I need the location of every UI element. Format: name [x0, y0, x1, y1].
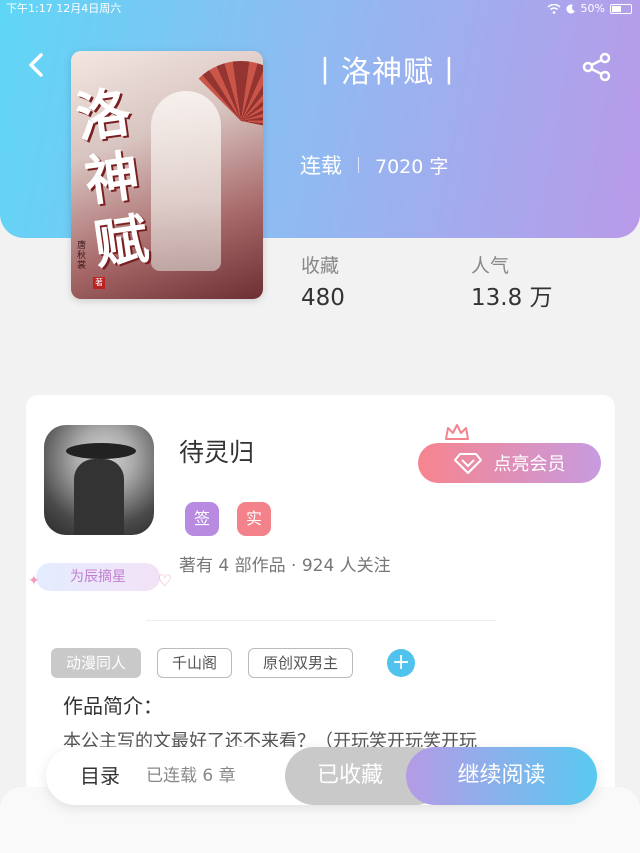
popularity-value: 13.8 万 — [471, 285, 553, 311]
favorites-label: 收藏 — [301, 255, 340, 277]
cover-author-text: 唐秋裳 — [77, 241, 87, 271]
back-button[interactable] — [22, 50, 52, 80]
popularity-label: 人气 — [471, 255, 510, 277]
status-indicators: 50% — [547, 0, 632, 18]
author-stats: 著有 4 部作品 · 924 人关注 — [179, 556, 391, 576]
popularity-stat: 人气 13.8 万 — [471, 252, 553, 316]
book-tags: 动漫同人 千山阁 原创双男主 + — [51, 648, 416, 678]
add-tag-button[interactable]: + — [387, 649, 416, 677]
moon-icon — [566, 4, 575, 14]
favorites-value: 480 — [301, 285, 345, 311]
chevron-left-icon — [29, 53, 43, 77]
favorites-stat: 收藏 480 — [301, 252, 345, 316]
toc-button[interactable]: 目录 — [80, 747, 120, 805]
word-count: 7020 字 — [375, 155, 449, 178]
battery-percent: 50% — [580, 2, 605, 15]
chapter-count[interactable]: 已连载 6 章 — [146, 747, 236, 805]
author-avatar[interactable] — [44, 425, 154, 535]
battery-icon — [610, 4, 632, 14]
star-badge-label: 为辰摘星 — [70, 569, 126, 585]
status-bar: 下午1:17 12月4日周六 50% — [0, 0, 640, 18]
continue-reading-button[interactable]: 继续阅读 — [406, 747, 597, 805]
vip-button[interactable]: 点亮会员 — [418, 443, 601, 483]
crown-icon — [445, 424, 469, 440]
cover-seal: 著 — [93, 277, 105, 289]
avatar-hat-art — [66, 443, 136, 459]
author-badges: 签 实 — [185, 502, 271, 536]
card-divider — [146, 620, 496, 621]
avatar-body-art — [74, 459, 124, 535]
meta-divider — [358, 157, 359, 173]
verified-badge: 实 — [237, 502, 271, 536]
action-bar: 目录 已连载 6 章 已收藏 继续阅读 — [46, 747, 597, 805]
author-name[interactable]: 待灵归 — [179, 435, 254, 471]
book-meta: 连载 7020 字 — [300, 150, 448, 180]
star-icon: ✦ — [28, 573, 40, 589]
tag-original-bl[interactable]: 原创双男主 — [248, 648, 354, 678]
tag-qianshan-pavilion[interactable]: 千山阁 — [157, 648, 233, 678]
heart-icon: ♡ — [157, 571, 172, 590]
share-button[interactable] — [580, 52, 614, 82]
vip-button-label: 点亮会员 — [493, 454, 566, 475]
diamond-icon — [453, 453, 482, 474]
book-title: 丨洛神赋丨 — [310, 55, 465, 90]
signed-badge: 签 — [185, 502, 219, 536]
intro-title: 作品简介： — [63, 694, 163, 718]
book-cover[interactable]: 洛神赋 唐秋裳 著 — [71, 51, 263, 299]
tag-anime-fanfic[interactable]: 动漫同人 — [51, 648, 142, 678]
status-time-date: 下午1:17 12月4日周六 — [6, 2, 122, 15]
share-icon — [582, 52, 611, 82]
star-badge: ✦ 为辰摘星 ♡ — [28, 563, 172, 591]
wifi-icon — [547, 4, 561, 14]
serial-status: 连载 — [300, 154, 342, 178]
author-card: ✦ 为辰摘星 ♡ 待灵归 点亮会员 签 实 著有 4 部作品 · 924 人关注… — [26, 395, 615, 795]
